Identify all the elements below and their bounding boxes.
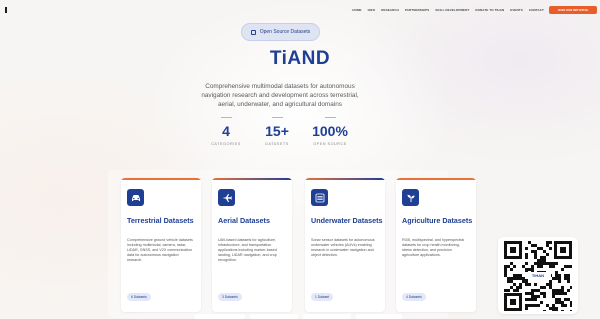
- nav-link-donate[interactable]: DONATE TO TIHAN: [475, 8, 504, 12]
- database-icon: [250, 29, 256, 35]
- nav-link-info[interactable]: INFO: [368, 8, 376, 12]
- nav-link-partnerships[interactable]: PARTNERSHIPS: [405, 8, 429, 12]
- plane-icon: [218, 189, 235, 206]
- stat-divider: [220, 117, 232, 118]
- card-description: RGB, multispectral, and hyperspectral da…: [402, 238, 465, 258]
- stat-divider: [324, 117, 336, 118]
- hero-subtitle: Comprehensive multimodal datasets for au…: [201, 83, 359, 109]
- qr-code-card[interactable]: TiHAN: [498, 237, 578, 314]
- card-footer-tab: [250, 314, 298, 319]
- dataset-count-badge[interactable]: 1 Dataset: [311, 293, 334, 301]
- site-logo[interactable]: [5, 7, 7, 13]
- card-accent-bar: [212, 178, 292, 180]
- card-footer-tab: [356, 314, 402, 319]
- card-footer-tab: [195, 314, 245, 319]
- join-initiative-button[interactable]: JOIN OUR INITIATIVE: [549, 6, 597, 14]
- card-title: Aerial Datasets: [218, 216, 270, 225]
- waves-icon: [311, 189, 328, 206]
- terrestrial-card[interactable]: Terrestrial Datasets Comprehensive groun…: [121, 178, 201, 312]
- pill-label: Open Source Datasets: [259, 29, 311, 35]
- card-title: Agriculture Datasets: [402, 216, 473, 225]
- page-title: TiAND: [269, 48, 331, 69]
- qr-logo-label: TiHAN: [525, 272, 551, 279]
- stat-datasets: 15+ DATASETS: [247, 117, 307, 146]
- nav-links: HOME INFO RESEARCH PARTNERSHIPS SKILL DE…: [352, 8, 544, 12]
- card-title: Underwater Datasets: [311, 216, 383, 225]
- stat-divider: [271, 117, 283, 118]
- nav-link-skill-development[interactable]: SKILL DEVELOPMENT: [435, 8, 469, 12]
- open-source-datasets-pill[interactable]: Open Source Datasets: [241, 23, 320, 41]
- agriculture-card[interactable]: Agriculture Datasets RGB, multispectral,…: [396, 178, 476, 312]
- stat-open-source: 100% OPEN SOURCE: [300, 117, 360, 146]
- card-accent-bar: [305, 178, 385, 180]
- nav-link-research[interactable]: RESEARCH: [381, 8, 399, 12]
- stat-label: OPEN SOURCE: [313, 142, 347, 146]
- card-description: UAV-based datasets for agriculture, infr…: [218, 238, 277, 263]
- card-title: Terrestrial Datasets: [127, 216, 194, 225]
- nav-link-events[interactable]: EVENTS: [510, 8, 523, 12]
- card-footer-tab: [303, 314, 351, 319]
- stat-label: DATASETS: [265, 142, 289, 146]
- dataset-count-badge[interactable]: 3 Datasets: [218, 293, 242, 301]
- nav-link-home[interactable]: HOME: [352, 8, 361, 12]
- card-description: Comprehensive ground vehicle datasets in…: [127, 238, 193, 263]
- card-description: Sonar sensor datasets for autonomous und…: [311, 238, 375, 258]
- card-accent-bar: [396, 178, 476, 180]
- stat-value: 100%: [312, 123, 348, 139]
- nav-link-contact[interactable]: CONTACT: [529, 8, 544, 12]
- stat-value: 15+: [265, 123, 289, 139]
- stats-row: 4 CATEGORIES 15+ DATASETS 100% OPEN SOUR…: [0, 117, 600, 157]
- aerial-card[interactable]: Aerial Datasets UAV-based datasets for a…: [212, 178, 292, 312]
- dataset-count-badge[interactable]: 6 Datasets: [127, 293, 151, 301]
- top-navigation: HOME INFO RESEARCH PARTNERSHIPS SKILL DE…: [0, 0, 600, 20]
- car-icon: [127, 189, 144, 206]
- dataset-count-badge[interactable]: 4 Datasets: [402, 293, 426, 301]
- underwater-card[interactable]: Underwater Datasets Sonar sensor dataset…: [305, 178, 385, 312]
- sprout-icon: [402, 189, 419, 206]
- card-accent-bar: [121, 178, 201, 180]
